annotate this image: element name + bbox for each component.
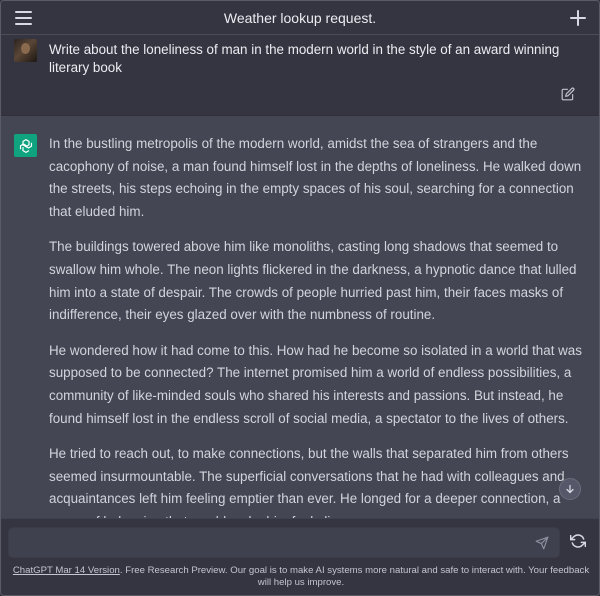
response-paragraph: He tried to reach out, to make connectio… bbox=[49, 446, 569, 518]
edit-pencil-icon[interactable] bbox=[561, 87, 575, 101]
user-avatar bbox=[14, 39, 37, 62]
top-bar: Weather lookup request. bbox=[1, 1, 599, 35]
chat-window: Weather lookup request. Write about the … bbox=[0, 0, 600, 596]
send-paper-plane-icon[interactable] bbox=[535, 536, 549, 550]
response-paragraph: He wondered how it had come to this. How… bbox=[49, 342, 582, 426]
conversation-title: Weather lookup request. bbox=[223, 9, 377, 26]
composer-area: ChatGPT Mar 14 Version. Free Research Pr… bbox=[1, 518, 599, 595]
response-paragraph: The buildings towered above him like mon… bbox=[49, 239, 577, 323]
user-message-text: Write about the loneliness of man in the… bbox=[49, 42, 560, 75]
assistant-response: In the bustling metropolis of the modern… bbox=[49, 133, 585, 518]
response-paragraph: In the bustling metropolis of the modern… bbox=[49, 136, 582, 219]
message-input-box[interactable] bbox=[8, 527, 560, 558]
regenerate-refresh-icon[interactable] bbox=[569, 533, 588, 551]
scroll-down-arrow-icon[interactable] bbox=[559, 478, 581, 500]
footer-disclaimer: ChatGPT Mar 14 Version. Free Research Pr… bbox=[11, 565, 591, 589]
message-input[interactable] bbox=[9, 528, 519, 557]
new-chat-plus-icon[interactable] bbox=[569, 9, 587, 27]
version-link[interactable]: ChatGPT Mar 14 Version bbox=[13, 565, 120, 576]
menu-icon[interactable] bbox=[15, 11, 32, 25]
assistant-message: In the bustling metropolis of the modern… bbox=[1, 116, 599, 518]
footer-text: . Free Research Preview. Our goal is to … bbox=[119, 565, 590, 588]
user-message: Write about the loneliness of man in the… bbox=[1, 35, 599, 116]
openai-logo-icon bbox=[14, 134, 37, 157]
